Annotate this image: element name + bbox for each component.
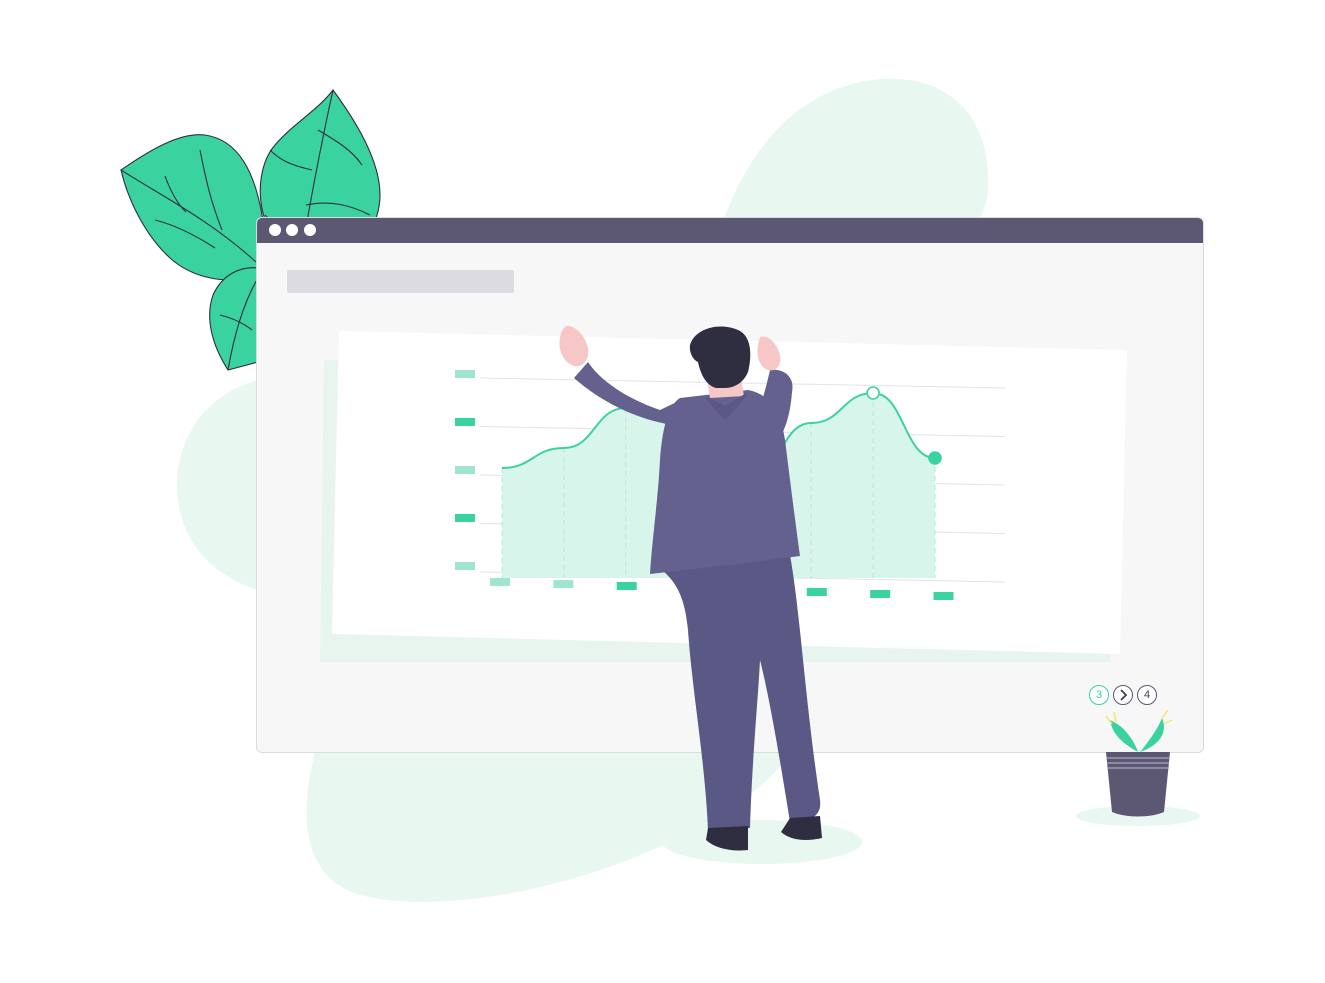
plant-leaf-left (1110, 720, 1138, 752)
potted-plant (1076, 709, 1200, 826)
pot (1106, 752, 1170, 817)
plant-leaf-right (1140, 718, 1164, 752)
illustration-scene: 3 4 (0, 0, 1325, 983)
